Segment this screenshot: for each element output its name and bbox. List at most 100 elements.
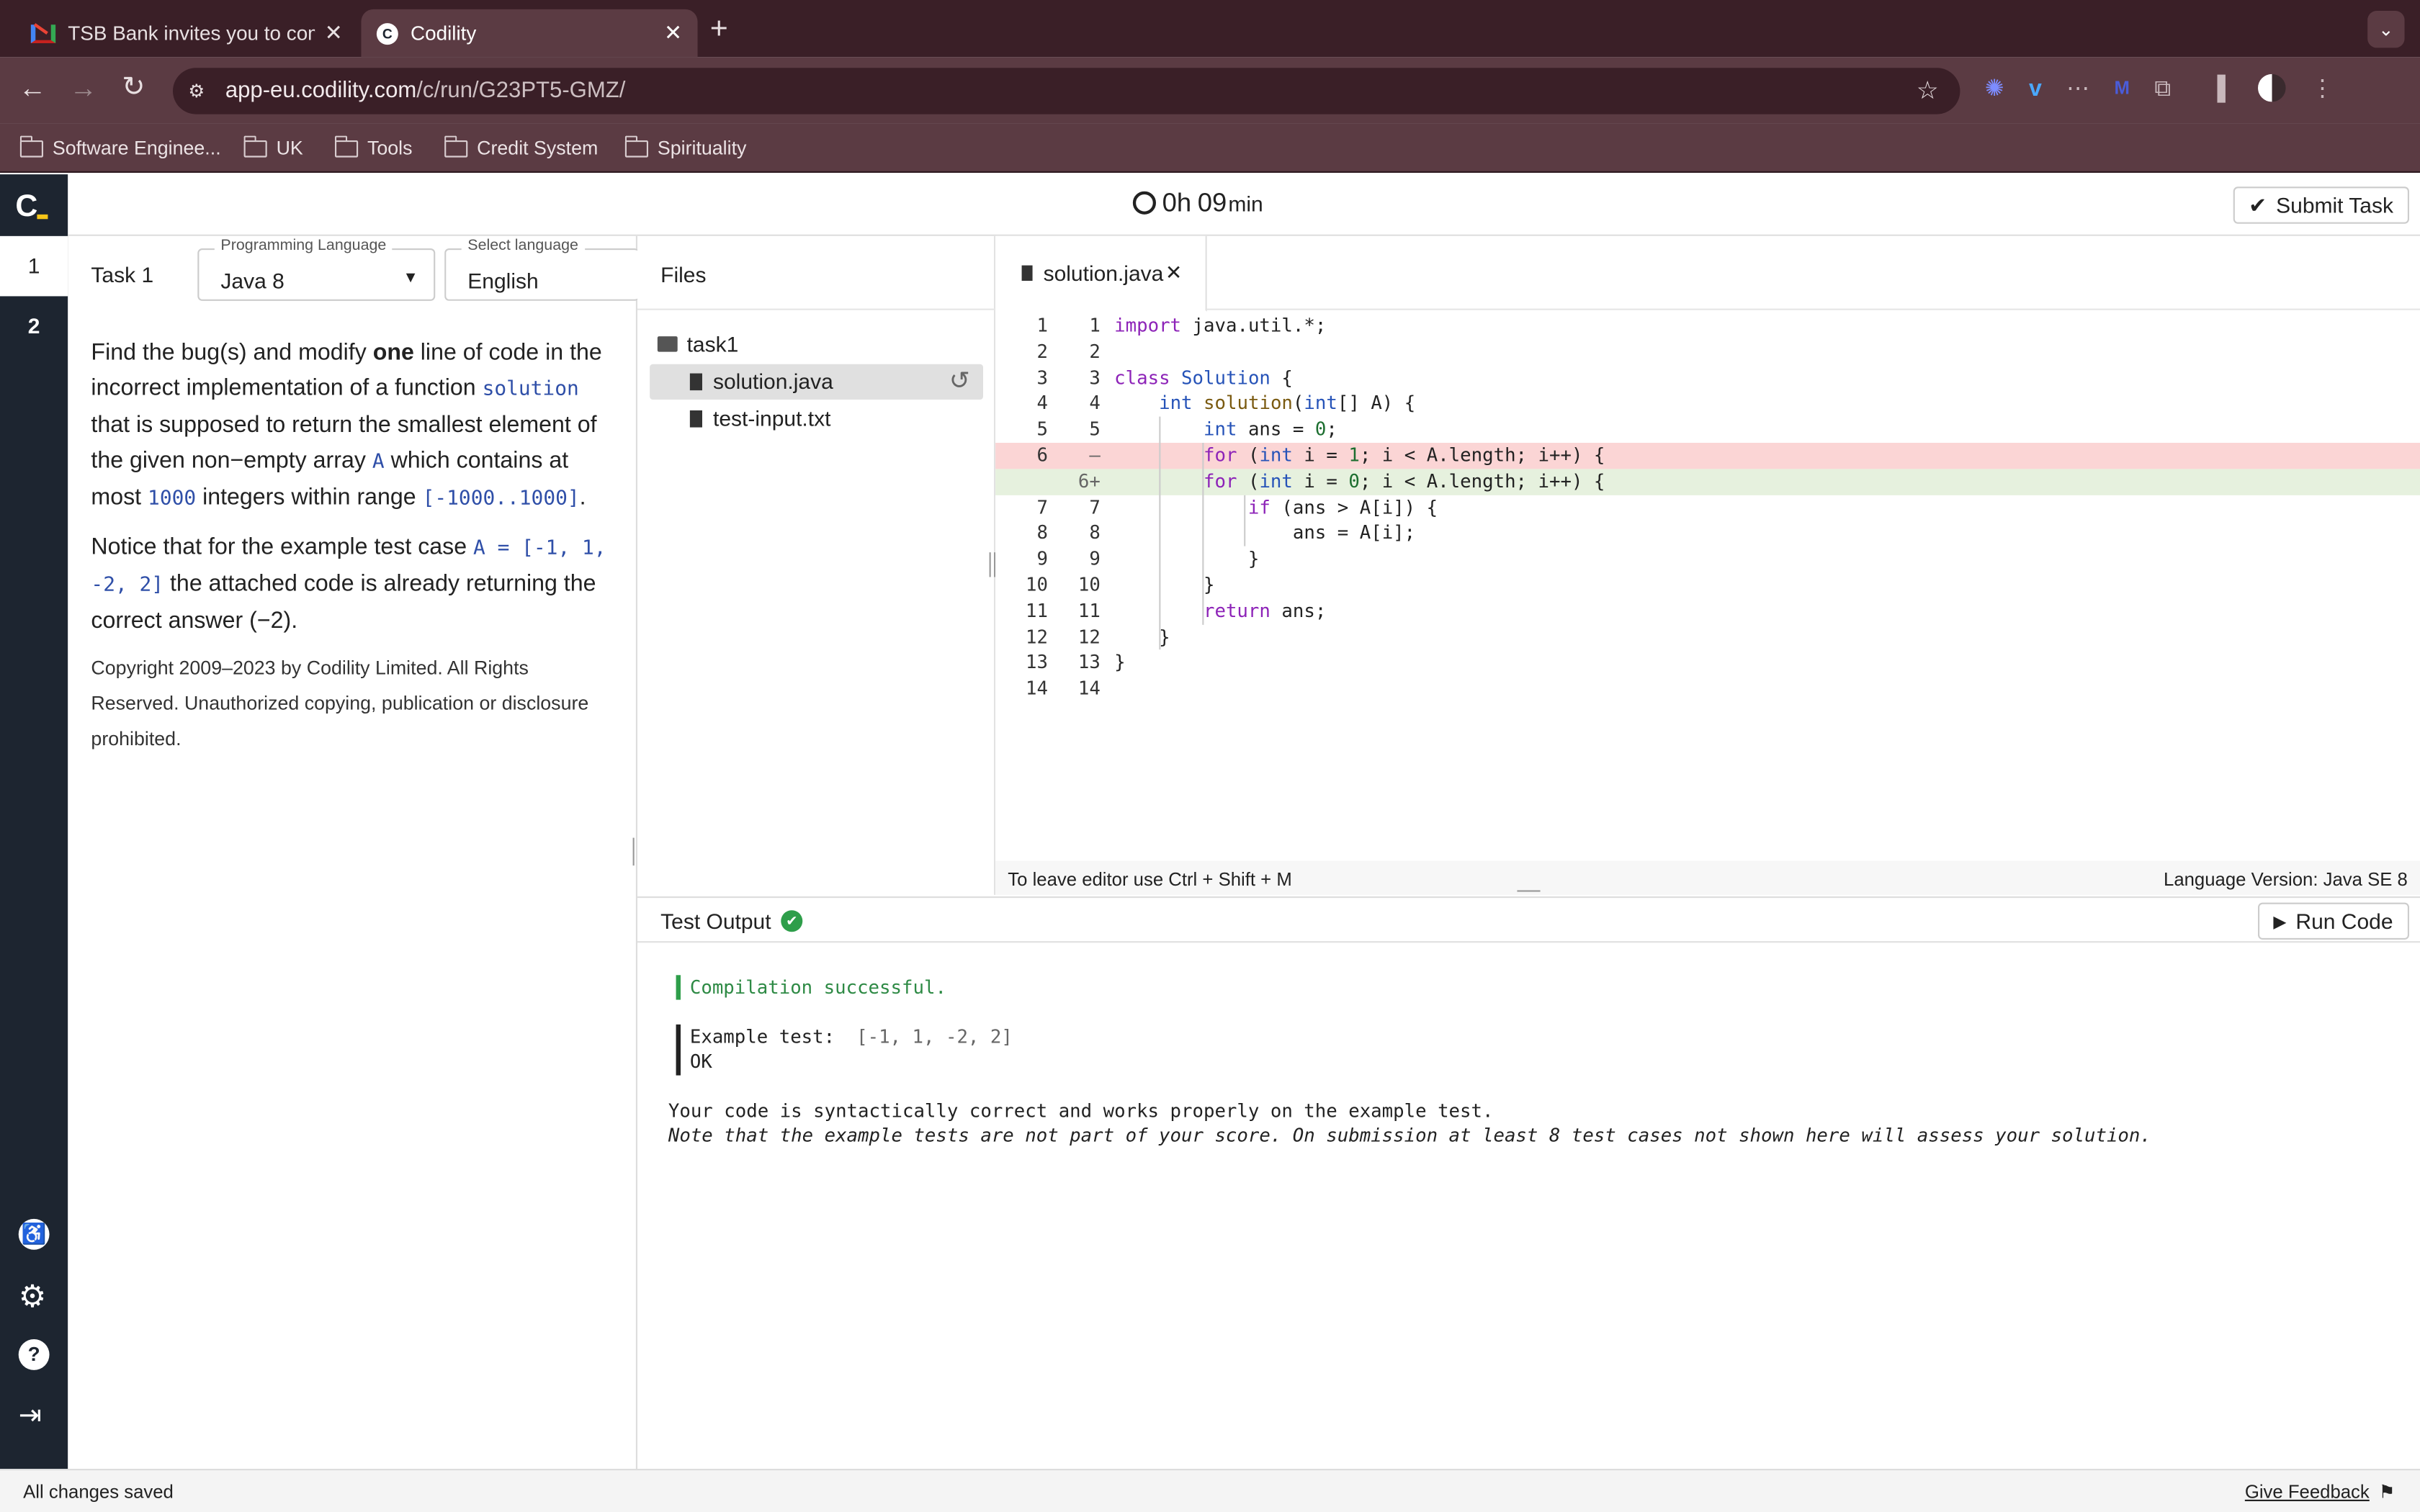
folder-task1[interactable]: task1: [657, 332, 738, 356]
bookmark-software-engineering[interactable]: Software Enginee...: [19, 132, 221, 163]
editor-tab-solution[interactable]: solution.java ✕: [995, 235, 1207, 312]
folder-icon: [624, 135, 648, 157]
copyright-notice: Copyright 2009–2023 by Codility Limited.…: [91, 657, 589, 750]
save-status: All changes saved: [23, 1481, 174, 1503]
code-line[interactable]: 6+ for (int i = 0; i < A.length; i++) {: [995, 468, 2420, 495]
reload-icon[interactable]: ↻: [122, 71, 145, 104]
code-text: if (ans > A[i]) {: [1247, 496, 1438, 518]
code-text: }: [1114, 574, 1215, 596]
site-info-icon[interactable]: ⚙: [188, 80, 205, 102]
code-line[interactable]: 4 4 int solution(int[] A) {: [995, 391, 2420, 417]
back-icon[interactable]: ←: [19, 73, 47, 105]
extension-icon[interactable]: M: [2115, 77, 2130, 99]
bookmark-star-icon[interactable]: ☆: [1917, 76, 1939, 107]
diff-line-number: 1: [1089, 315, 1101, 337]
folder-icon: [243, 135, 267, 157]
code-line[interactable]: 12 12 }: [995, 624, 2420, 650]
vimeo-extension-icon[interactable]: v: [2029, 75, 2042, 101]
indent-guide: [1244, 494, 1246, 546]
code-text: int ans = 0;: [1203, 418, 1337, 441]
tab-codility[interactable]: C Codility ✕: [361, 9, 698, 58]
submit-task-button[interactable]: ✔ Submit Task: [2233, 186, 2409, 224]
address-bar[interactable]: ⚙ app-eu.codility.com/c/run/G23PT5-GMZ/ …: [173, 68, 1960, 114]
code-line[interactable]: 6 — for (int i = 1; i < A.length; i++) {: [995, 443, 2420, 469]
code-text: for (int i = 1; i < A.length; i++) {: [1203, 444, 1605, 467]
side-panel-icon[interactable]: ▌: [2218, 75, 2234, 101]
task-nav-1[interactable]: 1: [0, 235, 68, 297]
code-text: }: [1114, 626, 1170, 648]
code-line[interactable]: 88 ans = A[i];: [995, 521, 2420, 546]
clock-icon: [1132, 191, 1156, 215]
language-select[interactable]: Select language English: [444, 238, 640, 301]
code-text: }: [1114, 652, 1126, 674]
close-icon[interactable]: ✕: [664, 20, 682, 46]
history-icon[interactable]: ↺: [949, 366, 970, 397]
diff-line-number: 8: [1089, 522, 1101, 544]
code-area[interactable]: 1 1 import java.util.*; 2 2 3 3 class Solution …: [995, 313, 2420, 861]
bookmark-uk[interactable]: UK: [243, 132, 303, 163]
panel-resize-handle[interactable]: [989, 552, 996, 577]
task-nav-2[interactable]: 2: [0, 296, 68, 356]
timer-unit: min: [1228, 191, 1263, 216]
line-number: 4: [1036, 392, 1048, 415]
tab-gmail[interactable]: TSB Bank invites you to comp ✕: [15, 9, 358, 57]
file-icon: [1021, 265, 1033, 281]
accessibility-icon[interactable]: ♿: [18, 1218, 50, 1250]
forward-icon[interactable]: →: [69, 73, 97, 105]
file-test-input[interactable]: test-input.txt: [650, 402, 983, 436]
code-line[interactable]: 1 1 import java.util.*;: [995, 313, 2420, 339]
output-note: Note that the example tests are not part…: [668, 1125, 2151, 1147]
file-label: solution.java: [712, 369, 833, 394]
file-solution-java[interactable]: solution.java ↺: [650, 364, 983, 400]
code-text: return ans;: [1203, 600, 1327, 622]
diff-line-number: 3: [1089, 366, 1101, 389]
extension-icon[interactable]: ⋯: [2066, 74, 2089, 102]
new-tab-icon[interactable]: +: [710, 12, 728, 48]
bookmark-spirituality[interactable]: Spirituality: [624, 132, 746, 163]
file-icon: [689, 410, 702, 428]
diff-line-number: 14: [1077, 678, 1101, 700]
logout-icon[interactable]: ⇥: [19, 1400, 42, 1432]
task-text: Find the bug(s) and modify one line of c…: [91, 335, 616, 757]
code-text: }: [1114, 548, 1260, 570]
give-feedback-link[interactable]: Give Feedback ⚑: [2245, 1481, 2396, 1503]
code-line[interactable]: 13 13}: [995, 650, 2420, 676]
code-line[interactable]: 3 3 class Solution {: [995, 365, 2420, 391]
menu-icon[interactable]: ⋮: [2311, 74, 2334, 102]
code-line[interactable]: 5 5 int ans = 0;: [995, 417, 2420, 443]
avatar[interactable]: [2258, 73, 2287, 102]
indent-guide: [1159, 416, 1161, 650]
app-sidebar: C 1 2 ♿ ⚙ ? ⇥: [0, 174, 68, 1469]
code-text: int solution(int[] A) {: [1159, 392, 1416, 415]
extensions-area: ✺ v ⋯ M ⧉ ▌ ⋮: [1985, 73, 2334, 102]
bookmark-tools[interactable]: Tools: [333, 132, 413, 163]
diff-line-number: 11: [1077, 600, 1101, 622]
line-number: 13: [1026, 652, 1048, 674]
code-line[interactable]: 10 10 }: [995, 572, 2420, 598]
close-icon[interactable]: ✕: [325, 20, 343, 46]
line-number: 10: [1026, 574, 1048, 596]
code-line[interactable]: 9 9 }: [995, 546, 2420, 572]
select-value: Java 8: [220, 268, 284, 294]
code-line[interactable]: 7 7 if (ans > A[i]) {: [995, 495, 2420, 521]
code-line[interactable]: 11 11 return ans;: [995, 598, 2420, 624]
line-number: 11: [1026, 600, 1048, 622]
extensions-puzzle-icon[interactable]: ⧉: [2154, 75, 2171, 101]
code-line[interactable]: 14 14: [995, 676, 2420, 702]
code-text: class Solution {: [1114, 366, 1293, 389]
timer: 0h 09 min: [1132, 188, 1263, 219]
folder-icon: [19, 135, 44, 157]
help-icon[interactable]: ?: [18, 1339, 50, 1370]
extension-icon[interactable]: ✺: [1985, 74, 2004, 102]
line-number: 3: [1036, 366, 1048, 389]
programming-language-select[interactable]: Programming Language Java 8 ▼: [197, 238, 436, 301]
close-icon[interactable]: ✕: [1165, 261, 1182, 285]
code-editor[interactable]: solution.java ✕ 1 1 import java.util.*; 2 2 3…: [995, 235, 2420, 895]
code-line[interactable]: 22: [995, 339, 2420, 365]
settings-gear-icon[interactable]: ⚙: [19, 1277, 46, 1316]
run-code-button[interactable]: ▶ Run Code: [2258, 902, 2408, 940]
tab-search-icon[interactable]: ⌄: [2367, 11, 2405, 48]
bookmark-label: UK: [276, 137, 303, 159]
bookmark-credit-system[interactable]: Credit System: [444, 132, 598, 163]
diff-line-number: 9: [1089, 548, 1101, 570]
